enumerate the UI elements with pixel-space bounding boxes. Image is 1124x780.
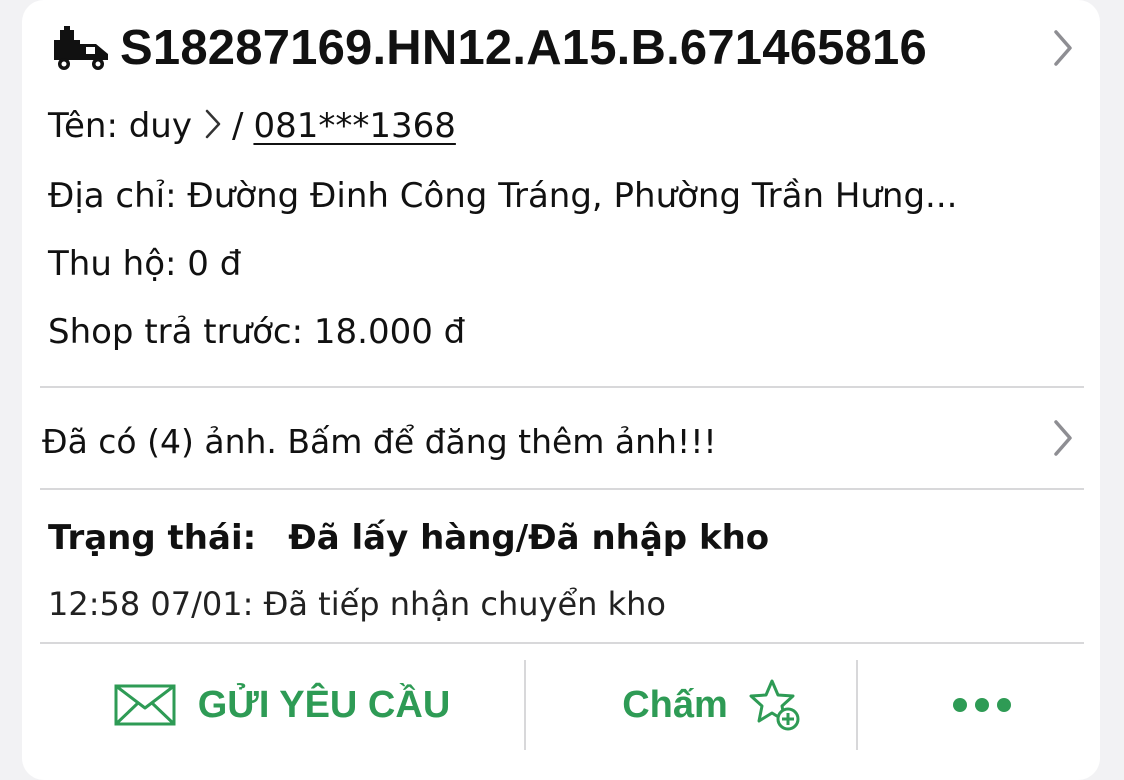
phone-link[interactable]: 081***1368 (253, 106, 455, 146)
action-separator (524, 660, 526, 750)
send-request-button[interactable]: GỬI YÊU CẦU (102, 670, 462, 740)
status-event: 12:58 07/01: Đã tiếp nhận chuyển kho (48, 585, 666, 623)
cod-amount: Thu hộ: 0 đ (48, 244, 242, 284)
envelope-icon (114, 684, 176, 726)
order-code: S18287169.HN12.A15.B.671465816 (120, 21, 927, 75)
address-text: Địa chỉ: Đường Đinh Công Tráng, Phường T… (48, 176, 958, 216)
rate-label: Chấm (622, 683, 728, 726)
order-card: S18287169.HN12.A15.B.671465816 Tên: duy /… (22, 0, 1100, 780)
status-label: Trạng thái: (48, 518, 257, 558)
divider (40, 488, 1084, 490)
divider (40, 642, 1084, 644)
recipient-name[interactable]: Tên: duy (48, 106, 192, 146)
more-dots-icon (949, 698, 1015, 712)
delivery-truck-icon (52, 26, 112, 72)
action-separator (856, 660, 858, 750)
recipient-row: Tên: duy /081***1368 (48, 104, 456, 148)
chevron-right-icon (1052, 418, 1074, 458)
status-row: Trạng thái: Đã lấy hàng/Đã nhập kho (48, 516, 769, 560)
photos-row[interactable]: Đã có (4) ảnh. Bấm để đăng thêm ảnh!!! (22, 388, 1100, 488)
rate-button[interactable]: Chấm (582, 670, 842, 740)
more-button[interactable] (912, 670, 1052, 740)
send-request-label: GỬI YÊU CẦU (197, 683, 451, 726)
status-value: Đã lấy hàng/Đã nhập kho (288, 518, 770, 558)
order-header[interactable]: S18287169.HN12.A15.B.671465816 (22, 14, 1100, 78)
photos-text: Đã có (4) ảnh. Bấm để đăng thêm ảnh!!! (42, 422, 717, 461)
chevron-right-icon[interactable] (1052, 28, 1074, 68)
chevron-right-icon[interactable] (204, 107, 222, 141)
action-bar: GỬI YÊU CẦU Chấm (22, 648, 1100, 758)
separator: / (231, 106, 244, 146)
prepaid-amount: Shop trả trước: 18.000 đ (48, 312, 466, 352)
star-plus-icon (746, 677, 802, 733)
